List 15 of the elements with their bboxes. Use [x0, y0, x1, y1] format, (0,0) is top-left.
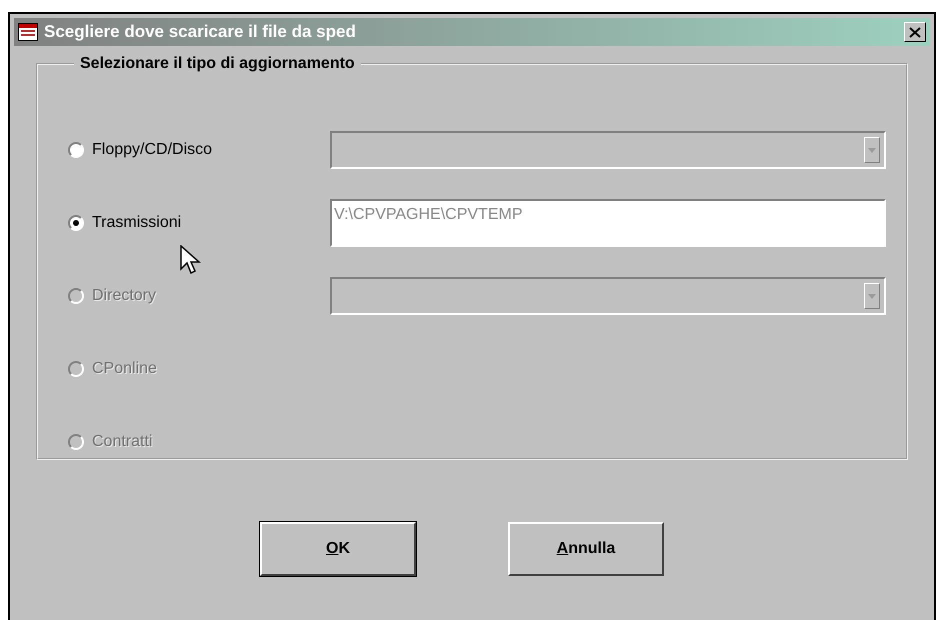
dialog-button[interactable]: Annulla [508, 522, 664, 576]
window-title: Scegliere dove scaricare il file da sped [44, 21, 356, 44]
radio-button[interactable] [68, 142, 84, 158]
radio-button[interactable] [68, 215, 84, 231]
path-field[interactable]: V:\CPVPAGHE\CPVTEMP [330, 199, 886, 247]
close-icon [909, 26, 921, 38]
radio-option[interactable]: Trasmissioni [68, 211, 330, 235]
close-button[interactable] [904, 22, 926, 42]
dropdown-arrow-icon [868, 294, 876, 298]
window-icon [18, 23, 38, 41]
group-title: Selezionare il tipo di aggiornamento [79, 56, 356, 72]
dialog-button[interactable]: OK [260, 522, 416, 576]
mouse-cursor-icon [180, 245, 202, 275]
radio-option[interactable]: Floppy/CD/Disco [68, 138, 330, 162]
dropdown-arrow-icon [868, 148, 876, 152]
